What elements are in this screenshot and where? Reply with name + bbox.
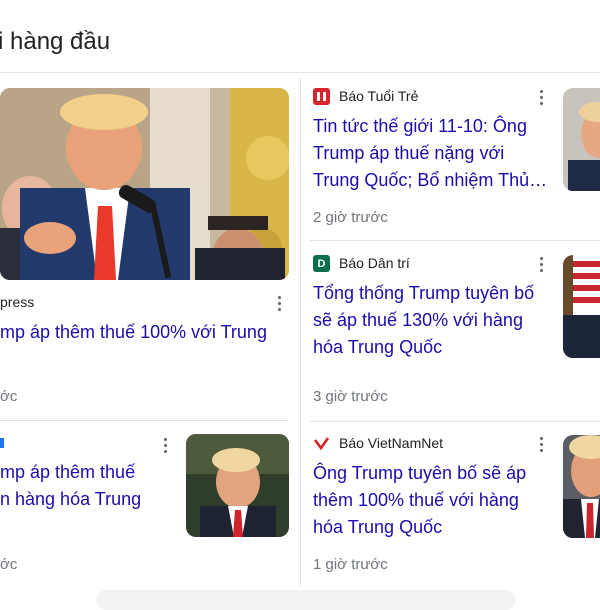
featured-timestamp: ớc bbox=[0, 388, 18, 405]
section-title: i hàng đầu bbox=[0, 28, 111, 55]
card1-source: Báo Tuổi Trẻ bbox=[339, 88, 419, 104]
dantri-logo-icon: D bbox=[313, 255, 330, 272]
featured-headline[interactable]: mp áp thêm thuế 100% với Trung bbox=[0, 319, 289, 346]
second-more-options-icon[interactable] bbox=[157, 436, 173, 454]
second-source-logo-icon bbox=[0, 438, 4, 448]
divider bbox=[0, 72, 600, 73]
card1-timestamp: 2 giờ trước bbox=[313, 209, 388, 226]
trump-photo bbox=[563, 435, 600, 538]
card2-headline[interactable]: Tổng thống Trump tuyên bố sẽ áp thuế 130… bbox=[313, 280, 551, 361]
more-news-button[interactable] bbox=[96, 590, 516, 610]
card1-more-options-icon[interactable] bbox=[533, 88, 549, 106]
tuoitre-logo-icon bbox=[313, 88, 330, 105]
card2-more-options-icon[interactable] bbox=[533, 255, 549, 273]
card3-more-options-icon[interactable] bbox=[533, 435, 549, 453]
trump-photo bbox=[563, 88, 600, 191]
second-story-image[interactable] bbox=[186, 434, 289, 537]
card3-timestamp: 1 giờ trước bbox=[313, 556, 388, 573]
card2-timestamp: 3 giờ trước bbox=[313, 388, 388, 405]
vietnamnet-logo-icon bbox=[313, 435, 330, 452]
column-divider bbox=[300, 78, 301, 586]
divider bbox=[310, 421, 600, 422]
divider bbox=[0, 420, 289, 421]
divider bbox=[310, 240, 600, 241]
trump-photo bbox=[186, 434, 289, 537]
second-headline-line2[interactable]: n hàng hóa Trung bbox=[0, 486, 176, 513]
second-headline-line1[interactable]: mp áp thêm thuế bbox=[0, 459, 176, 486]
featured-source: press bbox=[0, 294, 35, 310]
card1-image[interactable] bbox=[563, 88, 600, 191]
card3-headline[interactable]: Ông Trump tuyên bố sẽ áp thêm 100% thuế … bbox=[313, 460, 551, 541]
press-photo bbox=[0, 88, 289, 280]
featured-story-image[interactable] bbox=[0, 88, 289, 280]
card3-source: Báo VietNamNet bbox=[339, 435, 444, 451]
featured-more-options-icon[interactable] bbox=[271, 294, 287, 312]
card3-image[interactable] bbox=[563, 435, 600, 538]
second-timestamp: ớc bbox=[0, 556, 18, 573]
card1-headline[interactable]: Tin tức thế giới 11-10: Ông Trump áp thu… bbox=[313, 113, 551, 194]
flag-photo bbox=[563, 255, 600, 358]
card2-source: Báo Dân trí bbox=[339, 255, 410, 271]
card2-image[interactable] bbox=[563, 255, 600, 358]
